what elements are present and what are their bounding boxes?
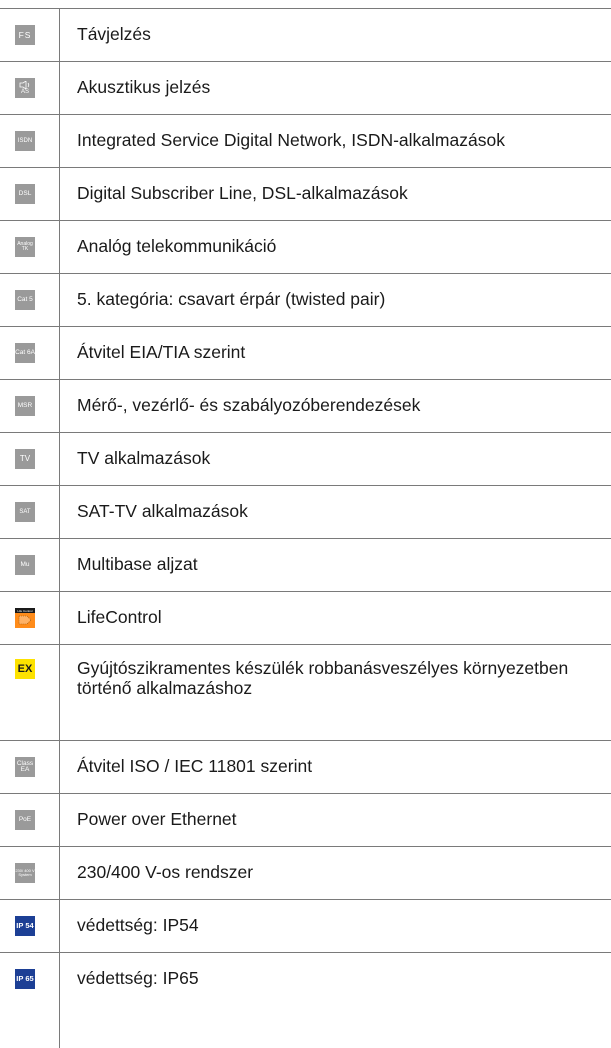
icon-cell: IP 54: [0, 900, 59, 952]
legend-label: védettség: IP54: [77, 915, 199, 935]
legend-row-poe: PoE Power over Ethernet: [0, 793, 611, 846]
legend-row-lifecontrol: Life Control LifeControl: [0, 591, 611, 644]
legend-label: Átvitel EIA/TIA szerint: [77, 342, 246, 362]
legend-row-230-400v: 230/ 400 V System 230/400 V-os rendszer: [0, 846, 611, 899]
legend-row-mu: Mu Multibase aljzat: [0, 538, 611, 591]
legend-row-fs: FS Távjelzés: [0, 8, 611, 61]
legend-row-sat: SAT SAT-TV alkalmazások: [0, 485, 611, 538]
icon-cell: EX: [0, 645, 59, 740]
legend-row-isdn: ISDN Integrated Service Digital Network,…: [0, 114, 611, 167]
legend-row-tv: TV TV alkalmazások: [0, 432, 611, 485]
acoustic-signal-icon: AS: [15, 78, 35, 98]
legend-label: Multibase aljzat: [77, 554, 198, 574]
icon-cell: Cat 6A: [0, 327, 59, 379]
icon-cell: TV: [0, 433, 59, 485]
ip54-icon: IP 54: [15, 916, 35, 936]
legend-label: Akusztikus jelzés: [77, 77, 211, 97]
class-ea-icon: Class EA: [15, 757, 35, 777]
legend-label: Távjelzés: [77, 24, 151, 44]
legend-row-analog-tk: Analog TK Analóg telekommunikáció: [0, 220, 611, 273]
cat6a-icon: Cat 6A: [15, 343, 35, 363]
dsl-icon: DSL: [15, 184, 35, 204]
ex-icon: EX: [15, 659, 35, 679]
icon-cell: PoE: [0, 794, 59, 846]
legend-row-class-ea: Class EA Átvitel ISO / IEC 11801 szerint: [0, 740, 611, 793]
icon-cell: Life Control: [0, 592, 59, 644]
legend-label: LifeControl: [77, 607, 162, 627]
legend-label: 5. kategória: csavart érpár (twisted pai…: [77, 289, 386, 309]
legend-row-ex: EX Gyújtószikramentes készülék robbanásv…: [0, 644, 611, 740]
legend-label: Mérő-, vezérlő- és szabályozóberendezése…: [77, 395, 421, 415]
legend-label: SAT-TV alkalmazások: [77, 501, 248, 521]
lifecontrol-icon: Life Control: [15, 608, 35, 628]
icon-cell: Mu: [0, 539, 59, 591]
legend-row-ip54: IP 54 védettség: IP54: [0, 899, 611, 952]
icon-cell: DSL: [0, 168, 59, 220]
speaker-icon: [19, 81, 30, 89]
legend-label: Analóg telekommunikáció: [77, 236, 277, 256]
msr-icon: MSR: [15, 396, 35, 416]
tv-icon: TV: [15, 449, 35, 469]
legend-label: 230/400 V-os rendszer: [77, 862, 254, 882]
ip65-icon: IP 65: [15, 969, 35, 989]
icon-cell: IP 65: [0, 953, 59, 995]
legend-row-msr: MSR Mérő-, vezérlő- és szabályozóberende…: [0, 379, 611, 432]
legend-label: Átvitel ISO / IEC 11801 szerint: [77, 756, 313, 776]
icon-cell: MSR: [0, 380, 59, 432]
legend-row-dsl: DSL Digital Subscriber Line, DSL-alkalma…: [0, 167, 611, 220]
mu-icon: Mu: [15, 555, 35, 575]
legend-row-acoustic: AS Akusztikus jelzés: [0, 61, 611, 114]
icon-cell: ISDN: [0, 115, 59, 167]
icon-cell: Class EA: [0, 741, 59, 793]
legend-row-cat6a: Cat 6A Átvitel EIA/TIA szerint: [0, 326, 611, 379]
icon-cell: SAT: [0, 486, 59, 538]
legend-label: Power over Ethernet: [77, 809, 237, 829]
fs-icon: FS: [15, 25, 35, 45]
legend-row-cat5: Cat 5 5. kategória: csavart érpár (twist…: [0, 273, 611, 326]
legend-label: Digital Subscriber Line, DSL-alkalmazáso…: [77, 183, 408, 203]
icon-cell: AS: [0, 62, 59, 114]
legend-label: Integrated Service Digital Network, ISDN…: [77, 130, 505, 150]
isdn-icon: ISDN: [15, 131, 35, 151]
legend-label: Gyújtószikramentes készülék robbanásvesz…: [77, 658, 569, 698]
symbol-legend-table: FS Távjelzés AS Akusztikus jelzés ISDN I…: [0, 8, 611, 995]
icon-cell: FS: [0, 9, 59, 61]
lifecontrol-graphic: Life Control: [15, 608, 35, 628]
sat-icon: SAT: [15, 502, 35, 522]
icon-cell: 230/ 400 V System: [0, 847, 59, 899]
icon-cell: Analog TK: [0, 221, 59, 273]
legend-label: TV alkalmazások: [77, 448, 211, 468]
legend-row-ip65: IP 65 védettség: IP65: [0, 952, 611, 995]
legend-label: védettség: IP65: [77, 968, 199, 988]
cat5-icon: Cat 5: [15, 290, 35, 310]
lifecontrol-mark-text: Life Control: [17, 609, 33, 613]
system-230-400v-icon: 230/ 400 V System: [15, 863, 35, 883]
analog-tk-icon: Analog TK: [15, 237, 35, 257]
poe-icon: PoE: [15, 810, 35, 830]
icon-cell: Cat 5: [0, 274, 59, 326]
